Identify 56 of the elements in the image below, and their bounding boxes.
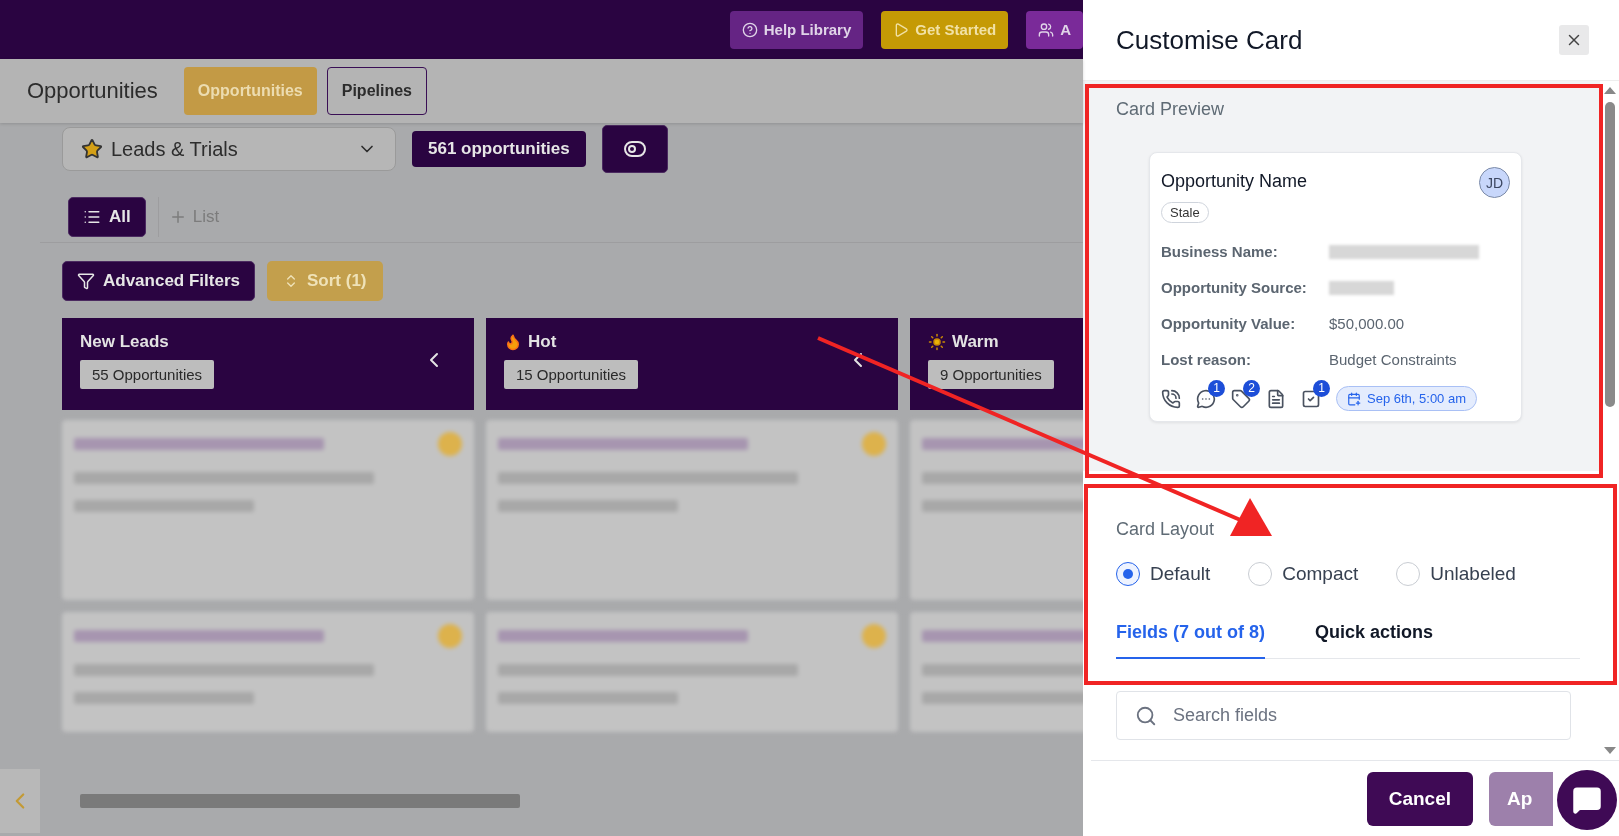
- tag-icon[interactable]: [1231, 388, 1251, 409]
- chat-icon: [1572, 785, 1602, 815]
- section-heading: Card Layout: [1116, 519, 1216, 540]
- field-value: Budget Constraints: [1329, 351, 1458, 368]
- count-badge: 1: [1208, 379, 1225, 397]
- panel-tab[interactable]: Fields (7 out of 8): [1116, 622, 1265, 659]
- pipeline-dropdown[interactable]: Leads & Trials: [62, 127, 396, 171]
- list-tab[interactable]: All: [68, 197, 146, 237]
- count-badge: 1: [1313, 379, 1330, 397]
- filter-icon: [77, 272, 95, 290]
- layout-radio[interactable]: Compact: [1248, 562, 1359, 586]
- stage-count: 15 Opportunities: [504, 360, 639, 389]
- header-tab[interactable]: Pipelines: [326, 67, 427, 115]
- layout-radio[interactable]: Default: [1116, 562, 1211, 586]
- toggle-view-button[interactable]: [601, 125, 668, 173]
- top-bar-button[interactable]: Help Library: [729, 10, 864, 49]
- users-icon: [1038, 21, 1055, 38]
- stage-count: 9 Opportunities: [928, 360, 1054, 389]
- flame-icon: [504, 333, 522, 351]
- panel-tab[interactable]: Quick actions: [1315, 622, 1434, 659]
- chat-bubble-icon[interactable]: [1196, 388, 1216, 409]
- section-heading: Card Preview: [1116, 99, 1226, 120]
- count-badge: 2: [1243, 379, 1260, 397]
- play-icon: [893, 21, 910, 38]
- radio-button[interactable]: [1116, 562, 1140, 586]
- card-title: Opportunity Name: [1161, 171, 1308, 192]
- avatar: JD: [1479, 167, 1510, 198]
- page-title: Opportunities: [27, 78, 158, 104]
- list-icon: [83, 208, 101, 226]
- opportunity-count: 561 opportunities: [412, 131, 586, 167]
- stage-count: 55 Opportunities: [80, 360, 215, 389]
- star-icon: [81, 138, 103, 160]
- date-chip: Sep 6th, 5:00 am: [1336, 386, 1477, 411]
- field-label: Lost reason:: [1161, 351, 1252, 368]
- horizontal-scrollbar[interactable]: [80, 794, 520, 808]
- phone-icon[interactable]: [1161, 388, 1181, 409]
- panel-title: Customise Card: [1116, 24, 1303, 56]
- cancel-button[interactable]: Cancel: [1366, 771, 1473, 826]
- help-icon: [741, 21, 758, 38]
- sun-icon: [928, 333, 946, 351]
- filter-button[interactable]: Advanced Filters: [62, 261, 255, 301]
- field-value: $50,000.00: [1329, 315, 1406, 332]
- stage-name: New Leads: [80, 332, 170, 352]
- checkbox-icon[interactable]: [1301, 388, 1321, 409]
- field-label: Business Name:: [1161, 243, 1279, 260]
- search-icon: [1135, 704, 1157, 727]
- field-label: Opportunity Value:: [1161, 315, 1297, 332]
- search-field[interactable]: Search fields: [1116, 691, 1571, 740]
- close-button[interactable]: [1559, 25, 1589, 55]
- field-label: Opportunity Source:: [1161, 279, 1308, 296]
- calendar-icon: [1347, 391, 1361, 406]
- chat-button[interactable]: [1557, 770, 1617, 830]
- document-icon[interactable]: [1266, 388, 1286, 409]
- stage-name: Hot: [504, 332, 880, 352]
- layout-radio[interactable]: Unlabeled: [1396, 562, 1516, 586]
- top-bar-button[interactable]: A: [1026, 10, 1083, 49]
